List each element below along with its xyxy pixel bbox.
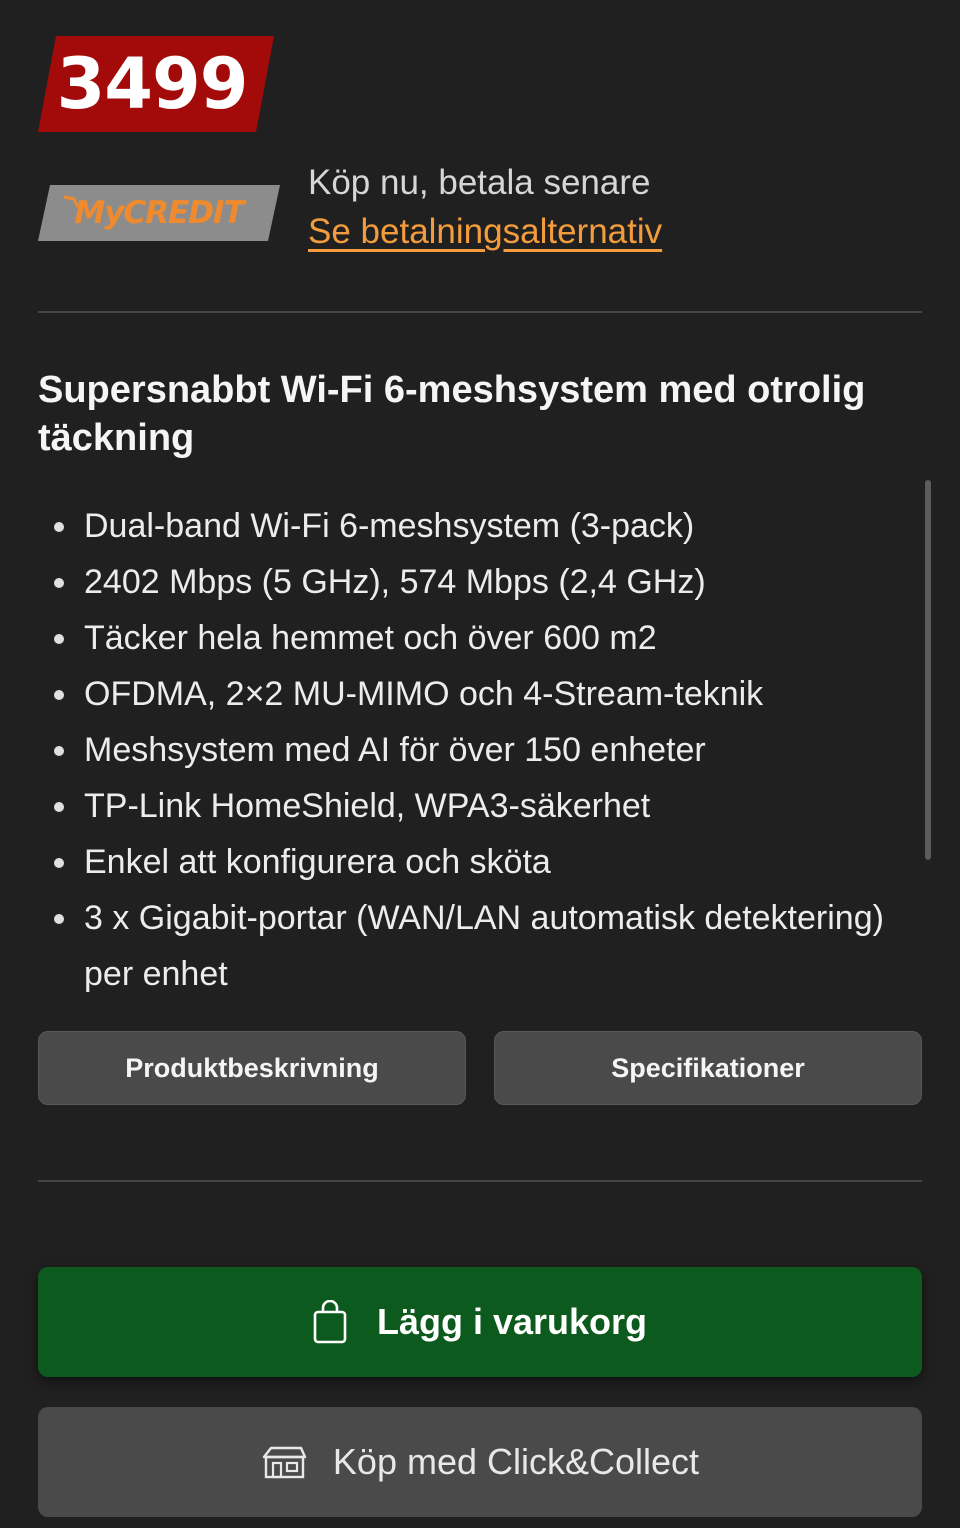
add-to-cart-label: Lägg i varukorg [376,1301,648,1342]
feature-item: TP-Link HomeShield, WPA3-säkerhet [50,778,910,834]
click-collect-label: Köp med Click&Collect [332,1441,700,1482]
scrollbar[interactable] [925,480,931,860]
price-value: 3499 [56,43,249,125]
payment-options-link[interactable]: Se betalningsalternativ [308,206,662,258]
credit-info: Köp nu, betala senare Se betalningsalter… [308,160,662,258]
price-badge: 3499 [38,36,274,132]
click-collect-button[interactable]: Köp med Click&Collect [38,1407,922,1517]
feature-item: Enkel att konfigurera och sköta [50,834,910,890]
add-to-cart-button[interactable]: Lägg i varukorg [38,1267,922,1377]
product-description-button[interactable]: Produktbeskrivning [38,1031,466,1105]
divider [38,1180,922,1182]
feature-list: Dual-band Wi-Fi 6-meshsystem (3-pack) 24… [50,498,910,1002]
feature-item: 3 x Gigabit-portar (WAN/LAN automatisk d… [50,890,910,1002]
mycredit-logo-text: MyCREDIT [74,195,244,231]
feature-item: Täcker hela hemmet och över 600 m2 [50,610,910,666]
feature-item: OFDMA, 2×2 MU-MIMO och 4-Stream-teknik [50,666,910,722]
store-icon [261,1445,307,1479]
specifications-button[interactable]: Specifikationer [494,1031,922,1105]
product-headline: Supersnabbt Wi-Fi 6-meshsystem med otrol… [38,369,866,459]
product-page: 3499 MyCREDIT Köp nu, betala senare Se b… [0,0,960,1528]
feature-item: 2402 Mbps (5 GHz), 574 Mbps (2,4 GHz) [50,554,910,610]
mycredit-logo: MyCREDIT [38,185,280,241]
feature-item: Dual-band Wi-Fi 6-meshsystem (3-pack) [50,498,910,554]
divider [38,311,922,313]
shopping-bag-icon [313,1300,347,1344]
feature-item: Meshsystem med AI för över 150 enheter [50,722,910,778]
credit-tagline: Köp nu, betala senare [308,163,651,202]
